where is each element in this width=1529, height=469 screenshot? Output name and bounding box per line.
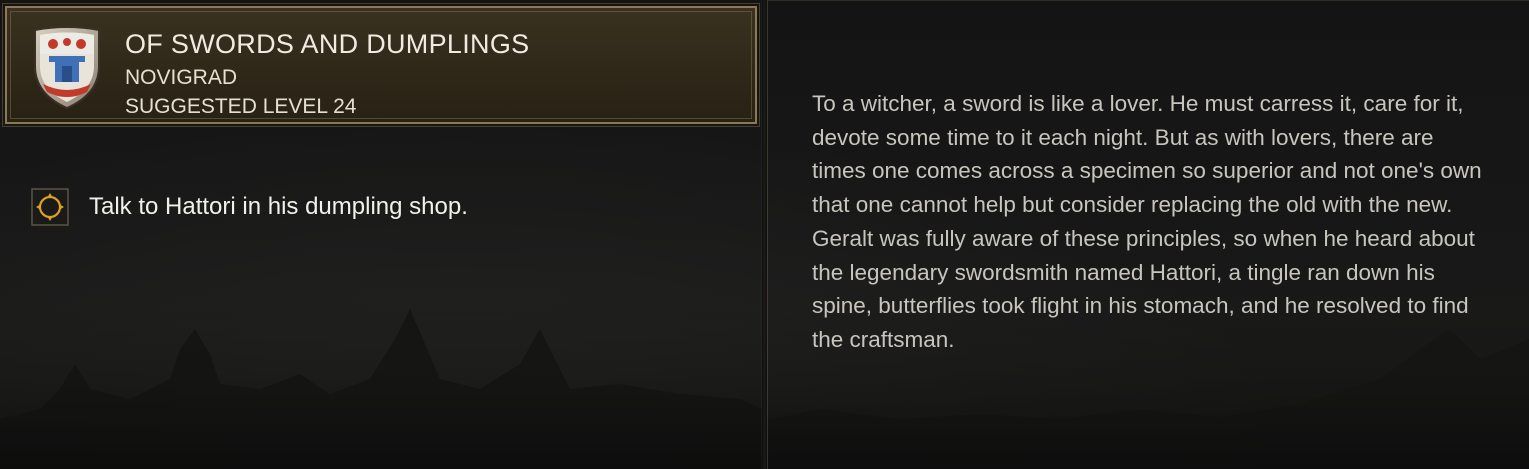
objective-item[interactable]: Talk to Hattori in his dumpling shop. xyxy=(31,188,468,226)
suggested-level: SUGGESTED LEVEL 24 xyxy=(125,95,357,118)
novigrad-crest-icon xyxy=(34,26,100,110)
objective-target-icon xyxy=(31,188,69,226)
quest-region: NOVIGRAD xyxy=(125,66,238,89)
quest-journal-view: OF SWORDS AND DUMPLINGS NOVIGRAD SUGGEST… xyxy=(0,0,1529,469)
quest-details-panel: OF SWORDS AND DUMPLINGS NOVIGRAD SUGGEST… xyxy=(0,0,762,469)
quest-description: To a witcher, a sword is like a lover. H… xyxy=(812,91,1482,352)
quest-header[interactable]: OF SWORDS AND DUMPLINGS NOVIGRAD SUGGEST… xyxy=(2,3,760,127)
objective-text: Talk to Hattori in his dumpling shop. xyxy=(89,193,468,220)
quest-title: OF SWORDS AND DUMPLINGS xyxy=(125,29,530,59)
